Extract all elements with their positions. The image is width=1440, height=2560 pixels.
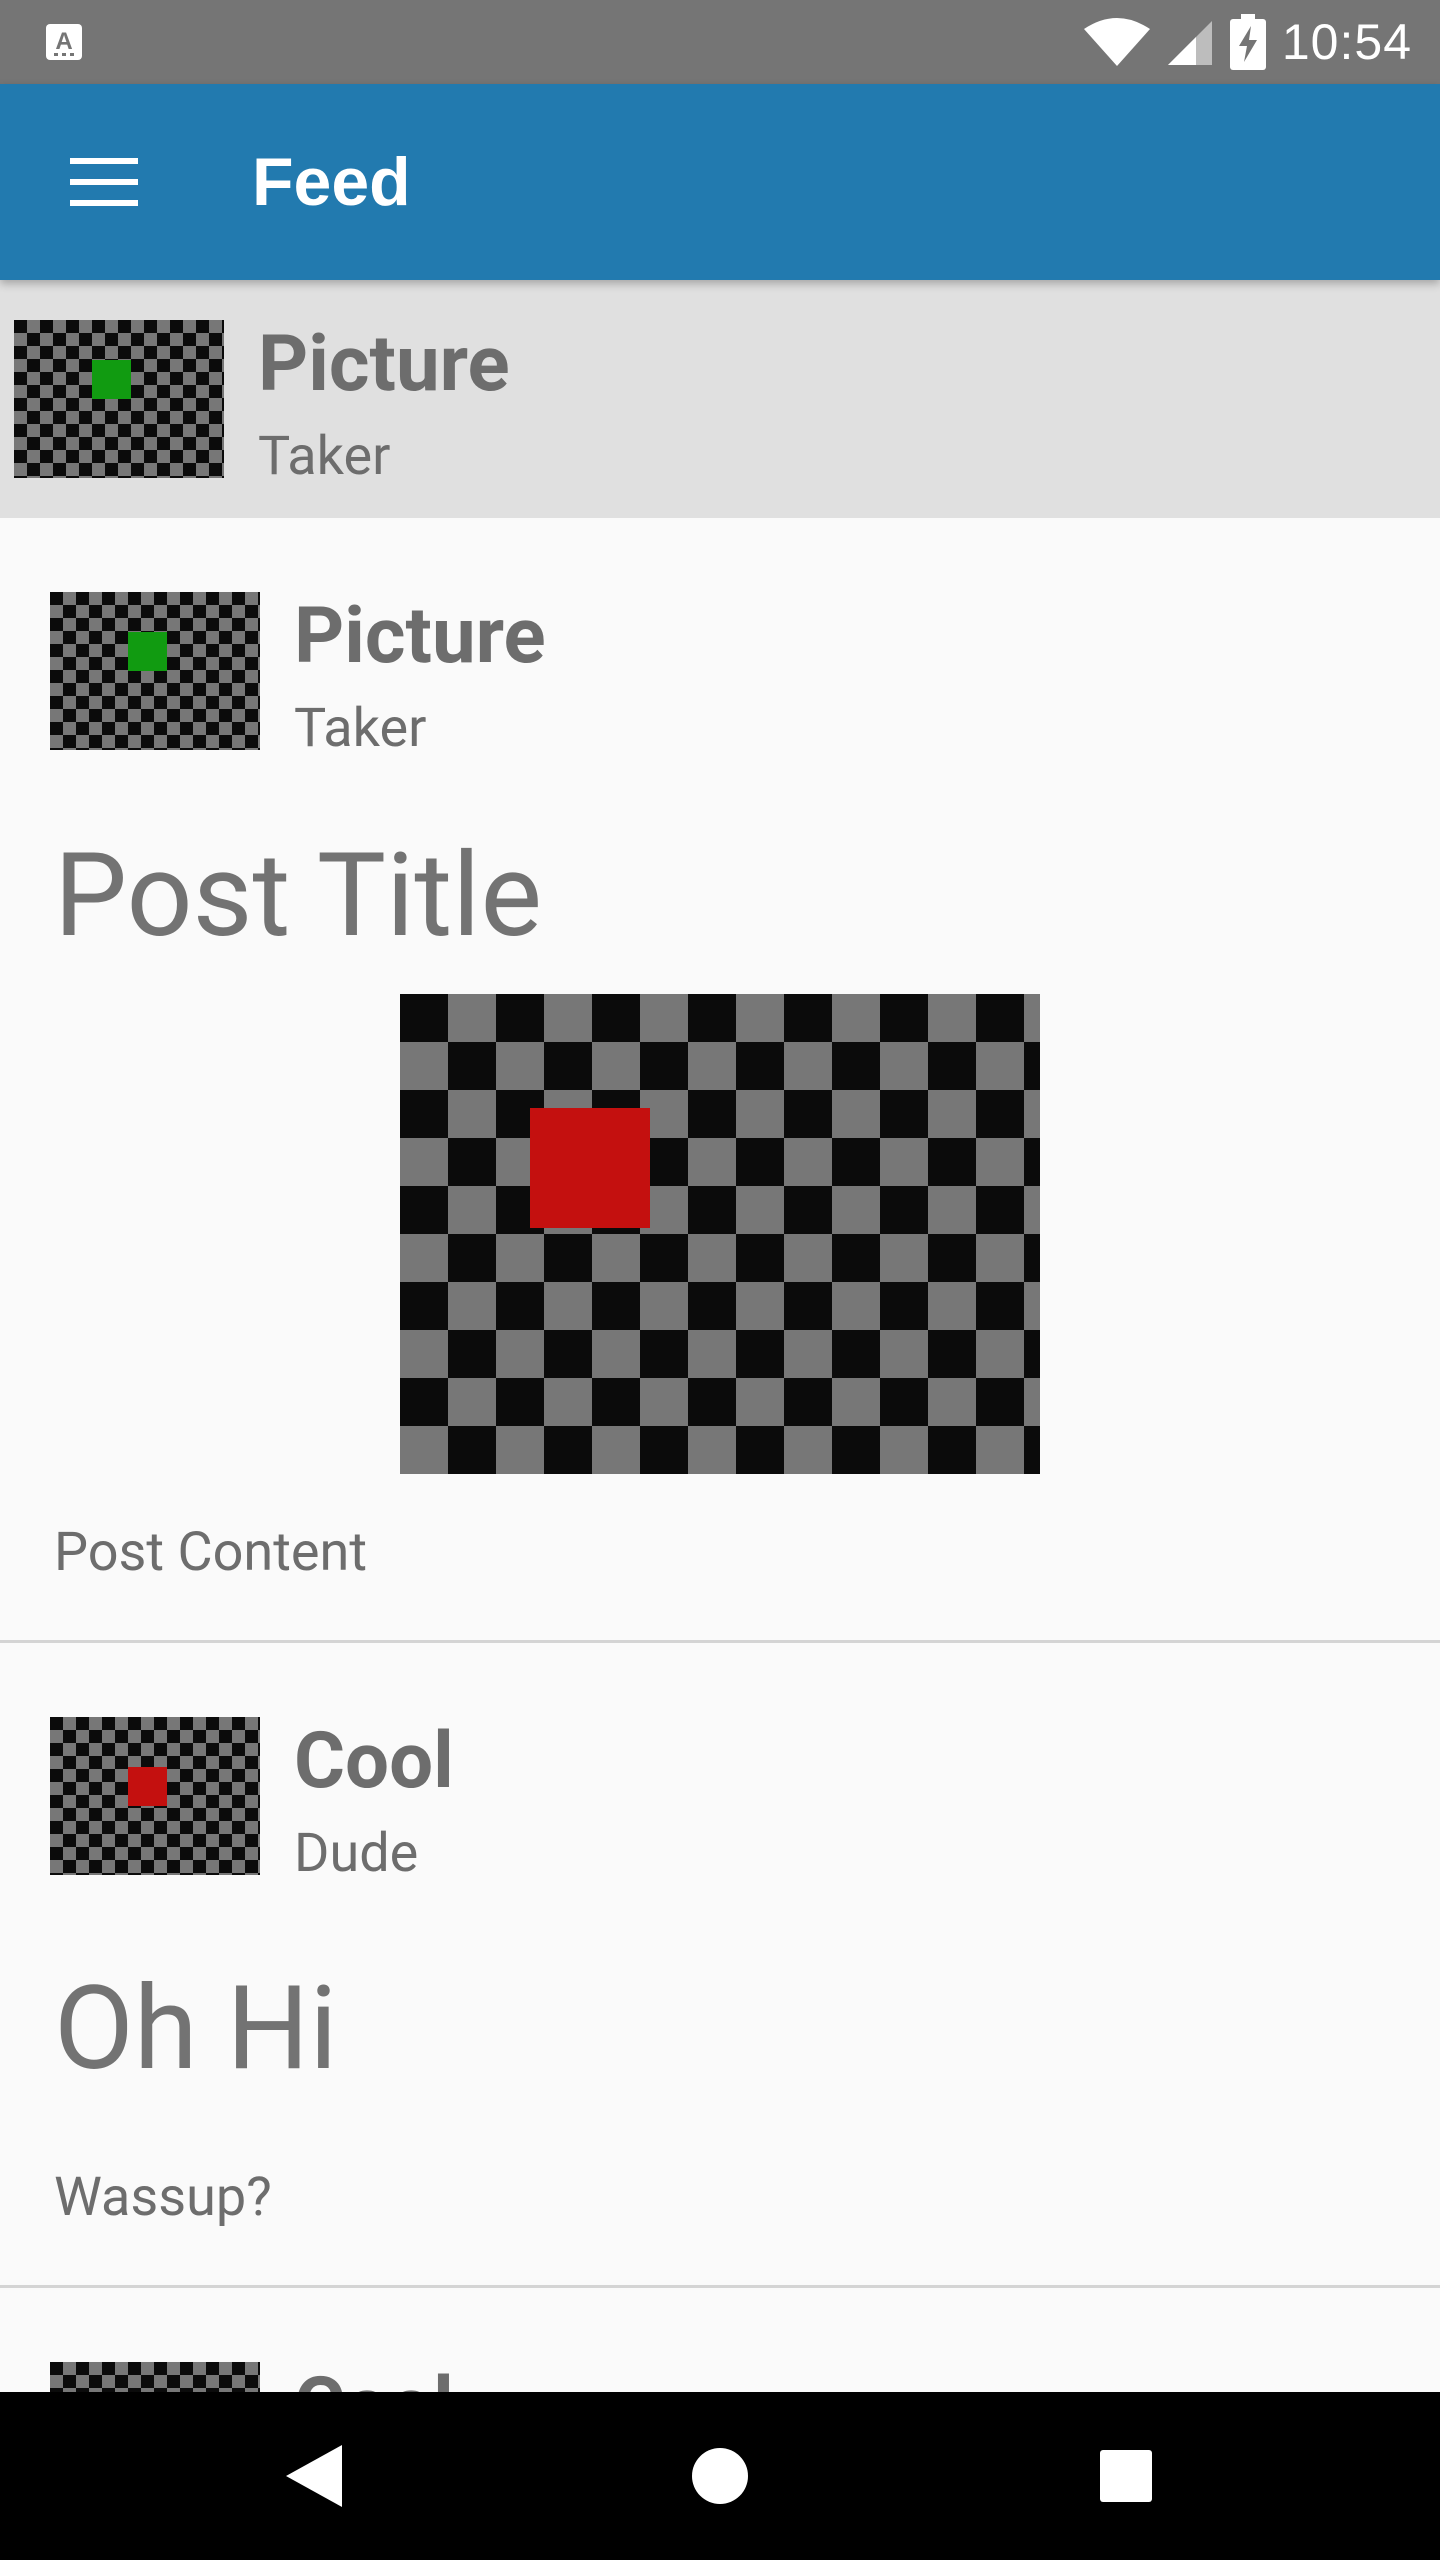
post-card[interactable]: Cool Dude Oh Hi Wassup? [0, 1643, 1440, 2285]
avatar [50, 2362, 260, 2392]
post-card[interactable]: Cool [0, 2288, 1440, 2392]
post-image-dot [530, 1108, 650, 1228]
post-title: Oh Hi [54, 1961, 338, 2097]
system-nav-bar [0, 2392, 1440, 2560]
feed-list[interactable]: Picture Taker Post Title Post Content Co… [0, 518, 1440, 2392]
avatar [14, 320, 224, 478]
recents-button[interactable] [1066, 2416, 1186, 2536]
home-button[interactable] [660, 2416, 780, 2536]
post-author-name: Cool [294, 2368, 454, 2393]
post-author-name: Picture [294, 591, 546, 682]
post-author-name: Cool [294, 1716, 454, 1807]
battery-charging-icon [1229, 14, 1266, 70]
hamburger-menu-icon [70, 158, 138, 206]
post-content: Wassup? [54, 2166, 272, 2229]
post-image [400, 994, 1040, 1474]
keyboard-notification-icon: A [46, 24, 82, 60]
avatar [50, 1717, 260, 1875]
back-icon [286, 2445, 342, 2507]
post-content: Post Content [54, 1521, 368, 1584]
post-author-sub: Dude [294, 1822, 419, 1885]
status-bar: A 10:54 [0, 0, 1440, 84]
status-time: 10:54 [1281, 14, 1412, 70]
header-user-name: Picture [258, 319, 510, 410]
home-icon [692, 2448, 748, 2504]
header-user-subtitle: Taker [258, 425, 391, 488]
avatar [50, 592, 260, 750]
svg-text:A: A [55, 28, 72, 55]
back-button[interactable] [254, 2416, 374, 2536]
post-card[interactable]: Picture Taker Post Title Post Content [0, 518, 1440, 1640]
app-title: Feed [252, 144, 411, 220]
app-bar: Feed [0, 84, 1440, 280]
wifi-icon [1083, 18, 1150, 66]
avatar-dot [128, 1767, 167, 1806]
avatar-dot [128, 632, 167, 671]
signal-icon [1167, 21, 1212, 65]
post-title: Post Title [54, 828, 543, 964]
avatar-dot [92, 360, 131, 399]
header-user-row[interactable]: Picture Taker [0, 280, 1440, 518]
menu-button[interactable] [48, 126, 160, 238]
recents-icon [1100, 2450, 1152, 2502]
post-author-sub: Taker [294, 697, 427, 760]
